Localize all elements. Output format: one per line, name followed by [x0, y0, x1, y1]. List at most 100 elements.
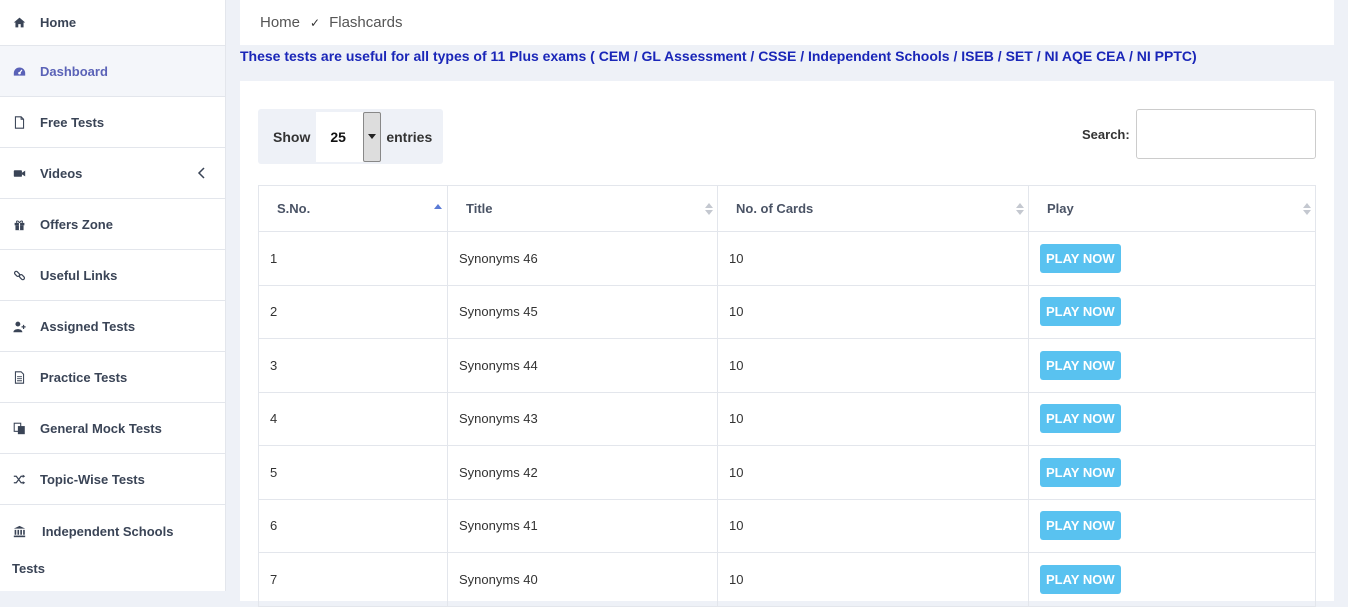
file-icon	[12, 115, 26, 129]
cell-title: Synonyms 40	[447, 552, 718, 607]
table-header-row: S.No. Title No. of Cards Play	[258, 185, 1316, 232]
cell-play: PLAY NOW	[1028, 498, 1316, 553]
cell-sno: 7	[258, 552, 448, 607]
bank-icon	[12, 524, 26, 538]
sidebar-item-label: Practice Tests	[40, 369, 128, 385]
cell-play: PLAY NOW	[1028, 445, 1316, 500]
search-label: Search:	[1082, 127, 1130, 142]
flashcards-panel: Show 25 entries Search: S.No. Title No. …	[240, 81, 1334, 607]
sidebar: Home Dashboard Free Tests Videos Offers …	[0, 0, 226, 591]
cell-cards: 10	[717, 231, 1029, 286]
play-now-button[interactable]: PLAY NOW	[1040, 350, 1121, 380]
entries-select[interactable]: 25	[316, 111, 382, 162]
sidebar-item-label: Home	[40, 15, 77, 30]
table-row: 7 Synonyms 40 10 PLAY NOW	[258, 552, 1316, 607]
cell-sno: 6	[258, 498, 448, 553]
cell-sno: 5	[258, 445, 448, 500]
user-plus-icon	[12, 319, 26, 333]
flashcards-table: S.No. Title No. of Cards Play 1 Synonyms…	[258, 185, 1316, 607]
video-camera-icon	[12, 166, 26, 180]
column-header-label: Play	[1047, 201, 1074, 216]
sidebar-item-dashboard[interactable]: Dashboard	[0, 46, 225, 97]
table-row: 4 Synonyms 43 10 PLAY NOW	[258, 391, 1316, 446]
cell-sno: 1	[258, 231, 448, 286]
sidebar-item-label: Useful Links	[40, 267, 118, 283]
cell-title: Synonyms 46	[447, 231, 718, 286]
column-header-sno[interactable]: S.No.	[258, 185, 448, 232]
table-row: 3 Synonyms 44 10 PLAY NOW	[258, 338, 1316, 393]
play-now-button[interactable]: PLAY NOW	[1040, 297, 1121, 327]
home-icon	[12, 16, 26, 30]
sidebar-item-useful-links[interactable]: Useful Links	[0, 250, 225, 301]
sidebar-item-label: Videos	[40, 165, 83, 181]
chevron-left-icon[interactable]	[197, 167, 207, 179]
cell-cards: 10	[717, 391, 1029, 446]
sort-icon	[1303, 202, 1311, 215]
cell-play: PLAY NOW	[1028, 284, 1316, 339]
cell-title: Synonyms 45	[447, 284, 718, 339]
column-header-cards[interactable]: No. of Cards	[717, 185, 1029, 232]
cell-title: Synonyms 41	[447, 498, 718, 553]
cell-title: Synonyms 42	[447, 445, 718, 500]
dropdown-arrow-icon[interactable]	[363, 111, 382, 162]
cell-play: PLAY NOW	[1028, 231, 1316, 286]
gift-icon	[12, 217, 26, 231]
play-now-button[interactable]: PLAY NOW	[1040, 564, 1121, 594]
cell-play: PLAY NOW	[1028, 391, 1316, 446]
exam-notice: These tests are useful for all types of …	[240, 48, 1197, 64]
entries-select-value: 25	[330, 128, 346, 145]
play-now-button[interactable]: PLAY NOW	[1040, 404, 1121, 434]
sidebar-item-assigned-tests[interactable]: Assigned Tests	[0, 301, 225, 352]
sidebar-item-topic-wise-tests[interactable]: Topic-Wise Tests	[0, 454, 225, 505]
cell-sno: 3	[258, 338, 448, 393]
cell-sno: 4	[258, 391, 448, 446]
cell-title: Synonyms 43	[447, 391, 718, 446]
table-row: 5 Synonyms 42 10 PLAY NOW	[258, 445, 1316, 500]
sidebar-item-label: General Mock Tests	[40, 420, 162, 436]
sidebar-item-offers-zone[interactable]: Offers Zone	[0, 199, 225, 250]
play-now-button[interactable]: PLAY NOW	[1040, 243, 1121, 273]
column-header-label: S.No.	[277, 201, 311, 216]
sidebar-item-label: Independent Schools	[42, 523, 174, 539]
document-icon	[12, 370, 26, 384]
sidebar-item-practice-tests[interactable]: Practice Tests	[0, 352, 225, 403]
cell-title: Synonyms 44	[447, 338, 718, 393]
search-input[interactable]	[1136, 109, 1316, 159]
sidebar-item-label: Assigned Tests	[40, 318, 136, 334]
sidebar-item-free-tests[interactable]: Free Tests	[0, 97, 225, 148]
cell-cards: 10	[717, 284, 1029, 339]
sidebar-item-home[interactable]: Home	[0, 0, 225, 46]
sidebar-item-independent-schools-tests[interactable]: Independent Schools	[0, 505, 225, 557]
table-row: 6 Synonyms 41 10 PLAY NOW	[258, 498, 1316, 553]
column-header-title[interactable]: Title	[447, 185, 718, 232]
breadcrumb-current: Flashcards	[329, 14, 403, 31]
entries-length-control: Show 25 entries	[258, 109, 443, 164]
sidebar-item-label: Free Tests	[40, 114, 105, 130]
table-row: 2 Synonyms 45 10 PLAY NOW	[258, 284, 1316, 339]
play-now-button[interactable]: PLAY NOW	[1040, 457, 1121, 487]
sidebar-item-label: Topic-Wise Tests	[40, 471, 145, 487]
dashboard-icon	[12, 64, 26, 78]
entries-label: entries	[386, 128, 433, 145]
sidebar-item-label: Offers Zone	[40, 216, 113, 232]
sidebar-item-label: Dashboard	[40, 63, 108, 79]
breadcrumb-home[interactable]: Home	[260, 14, 300, 31]
cell-cards: 10	[717, 445, 1029, 500]
sidebar-item-general-mock-tests[interactable]: General Mock Tests	[0, 403, 225, 454]
sort-asc-icon	[434, 204, 442, 209]
check-icon: ✓	[310, 15, 321, 30]
play-now-button[interactable]: PLAY NOW	[1040, 511, 1121, 541]
table-row: 1 Synonyms 46 10 PLAY NOW	[258, 231, 1316, 286]
sidebar-item-videos[interactable]: Videos	[0, 148, 225, 199]
cell-cards: 10	[717, 552, 1029, 607]
breadcrumb: Home ✓ Flashcards	[240, 0, 1334, 45]
sort-icon	[1016, 202, 1024, 215]
cell-play: PLAY NOW	[1028, 338, 1316, 393]
copy-icon	[12, 421, 26, 435]
column-header-label: No. of Cards	[736, 201, 814, 216]
column-header-play[interactable]: Play	[1028, 185, 1316, 232]
show-label: Show	[273, 128, 311, 145]
cell-play: PLAY NOW	[1028, 552, 1316, 607]
sidebar-item-label-continued: Tests	[12, 561, 45, 576]
cell-cards: 10	[717, 498, 1029, 553]
